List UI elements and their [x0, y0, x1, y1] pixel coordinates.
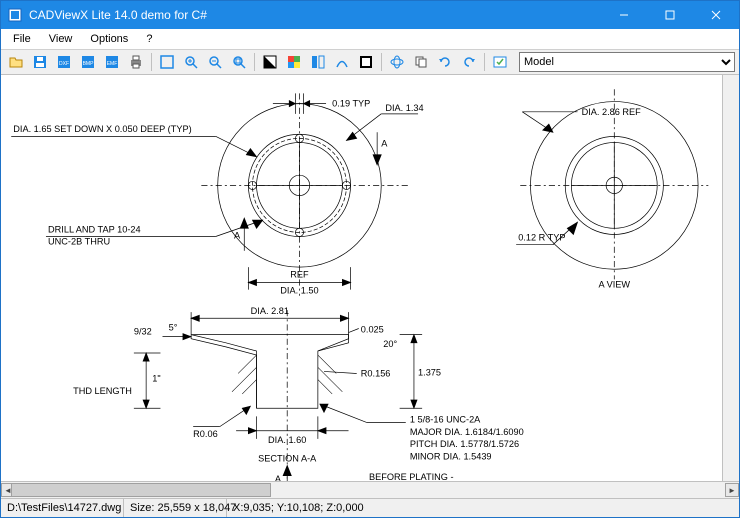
section-mark-a1: A [381, 139, 388, 149]
label-dia286: DIA. 2.86 REF [582, 107, 642, 117]
status-size: Size: 25,559 x 18,047 [124, 499, 227, 517]
close-button[interactable] [693, 1, 739, 29]
label-0025: 0.025 [361, 325, 384, 335]
label-932: 9/32 [134, 327, 152, 337]
label-thread3: PITCH DIA. 1.5778/1.5726 [410, 439, 519, 449]
label-5deg: 5° [169, 323, 178, 333]
svg-text:DXF: DXF [59, 61, 69, 67]
label-drilltap: DRILL AND TAP 10-24 [48, 224, 141, 234]
svg-text:BMP: BMP [83, 61, 95, 67]
label-dia165: DIA. 1.65 SET DOWN X 0.050 DEEP (TYP) [13, 124, 191, 134]
label-thread4: MINOR DIA. 1.5439 [410, 451, 492, 461]
menu-file[interactable]: File [5, 31, 39, 47]
black-white-mode-icon[interactable] [259, 51, 281, 73]
label-dia134: DIA. 1.34 [385, 103, 423, 113]
arc-smooth-icon[interactable] [331, 51, 353, 73]
label-012r: 0.12 R TYP [518, 233, 565, 243]
label-aview: A VIEW [598, 280, 630, 290]
status-coords: X:9,035; Y:10,108; Z:0,000 [227, 499, 739, 517]
menu-help[interactable]: ? [138, 31, 160, 47]
save-icon[interactable] [29, 51, 51, 73]
view-select[interactable]: Model [519, 52, 735, 72]
label-20deg: 20° [383, 339, 397, 349]
label-thread1: 1 5/8-16 UNC-2A [410, 415, 481, 425]
label-r006: R0.06 [193, 429, 218, 439]
fullscreen-icon[interactable] [156, 51, 178, 73]
drawing-canvas[interactable]: REF DIA. 1.50 0.19 TYP DIA. 1.34 DIA. 1.… [1, 75, 739, 481]
copy-icon[interactable] [410, 51, 432, 73]
label-sectionaa: SECTION A-A [258, 453, 317, 463]
invert-icon[interactable] [355, 51, 377, 73]
statusbar: D:\TestFiles\14727.dwg Size: 25,559 x 18… [1, 498, 739, 517]
label-dia150: DIA. 1.50 [280, 286, 318, 296]
save-bmp-icon[interactable]: BMP [77, 51, 99, 73]
menu-options[interactable]: Options [82, 31, 136, 47]
label-1in: 1" [152, 374, 160, 384]
zoom-in-icon[interactable] [180, 51, 202, 73]
toggle-view-icon[interactable] [307, 51, 329, 73]
label-1375: 1.375 [418, 368, 441, 378]
label-r0156: R0.156 [361, 369, 391, 379]
3d-orbit-icon[interactable] [386, 51, 408, 73]
scroll-right-button[interactable]: ► [725, 483, 739, 497]
menubar: File View Options ? [1, 29, 739, 50]
app-icon [7, 7, 23, 23]
zoom-out-icon[interactable] [204, 51, 226, 73]
horizontal-scrollbar[interactable]: ◄ ► [1, 481, 739, 498]
save-emf-icon[interactable]: EMF [101, 51, 123, 73]
toolbar: DXF BMP EMF Model [1, 50, 739, 75]
rotate-ccw-icon[interactable] [458, 51, 480, 73]
label-thdlen: THD LENGTH [73, 386, 132, 396]
label-ref: REF [290, 269, 309, 279]
color-mode-icon[interactable] [283, 51, 305, 73]
maximize-button[interactable] [647, 1, 693, 29]
menu-view[interactable]: View [41, 31, 81, 47]
scroll-thumb[interactable] [11, 483, 271, 497]
label-plating1: BEFORE PLATING - [369, 472, 454, 481]
minimize-button[interactable] [601, 1, 647, 29]
label-unc2b: UNC-2B THRU [48, 237, 110, 247]
label-019typ: 0.19 TYP [332, 99, 370, 109]
open-icon[interactable] [5, 51, 27, 73]
status-filepath: D:\TestFiles\14727.dwg [1, 499, 124, 517]
rotate-cw-icon[interactable] [434, 51, 456, 73]
label-dia281: DIA. 2.81 [251, 306, 289, 316]
vertical-scrollbar[interactable] [722, 75, 739, 481]
svg-text:EMF: EMF [107, 61, 118, 67]
label-dia160: DIA. 1.60 [268, 435, 306, 445]
save-dxf-icon[interactable]: DXF [53, 51, 75, 73]
section-mark-a3: A [275, 474, 282, 481]
zoom-fit-icon[interactable] [228, 51, 250, 73]
register-icon[interactable] [489, 51, 511, 73]
print-icon[interactable] [125, 51, 147, 73]
window-title: CADViewX Lite 14.0 demo for C# [29, 8, 601, 22]
label-thread2: MAJOR DIA. 1.6184/1.6090 [410, 427, 524, 437]
section-mark-a2: A [234, 231, 241, 241]
